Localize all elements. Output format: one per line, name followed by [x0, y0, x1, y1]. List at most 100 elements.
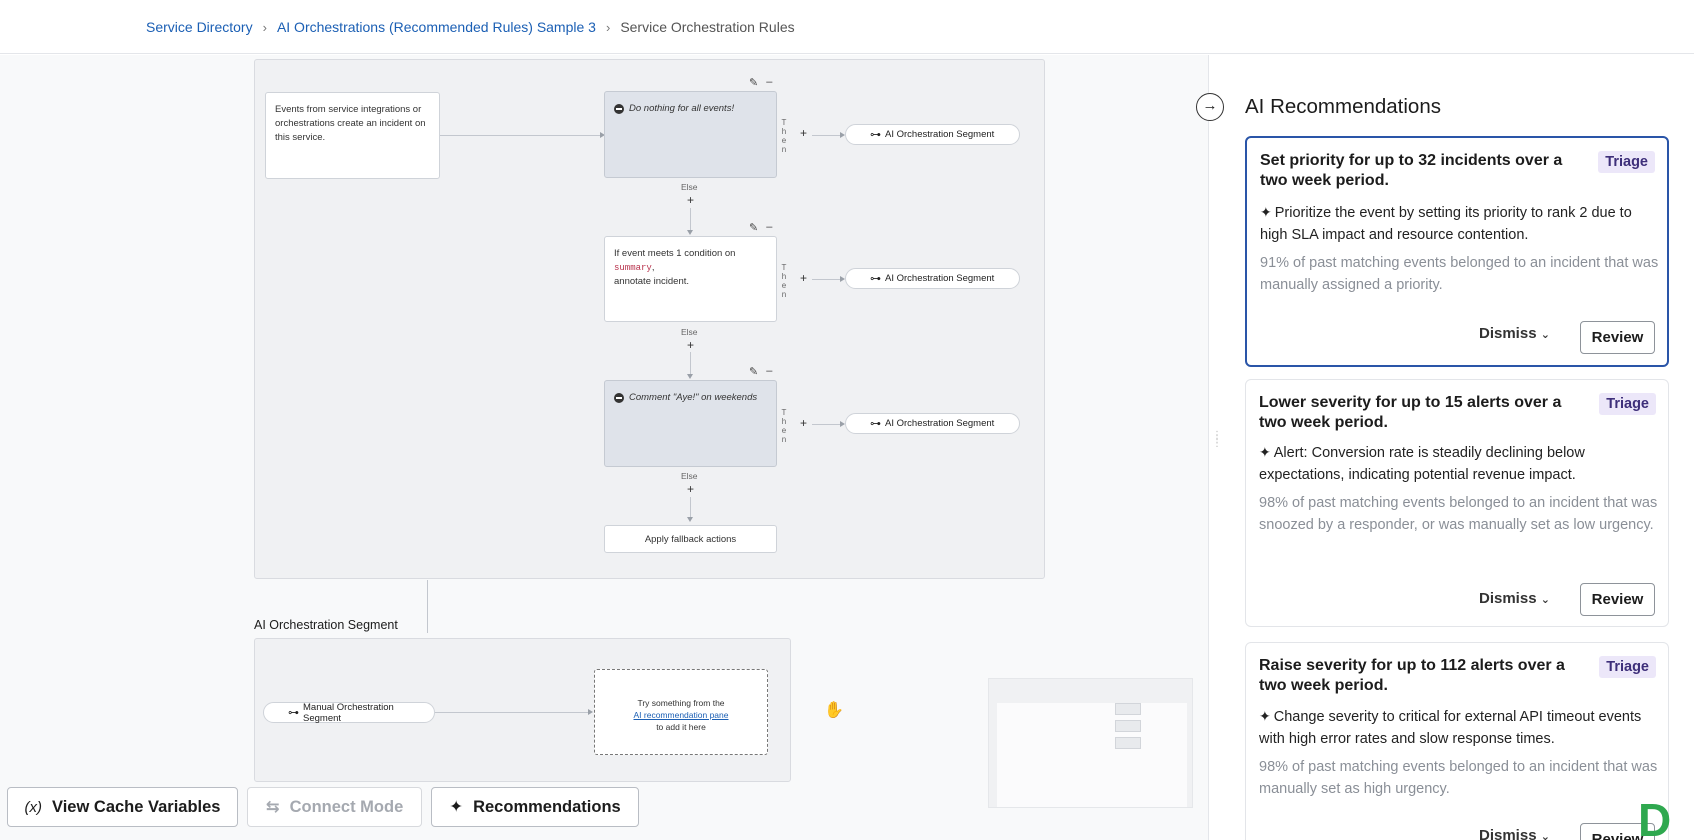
rule-1-actions: ✎ –	[749, 76, 772, 89]
connector-line	[427, 580, 428, 633]
sparkle-icon: ✦	[1259, 708, 1271, 724]
then-label: Then	[781, 263, 787, 299]
plus-icon[interactable]: +	[684, 194, 697, 207]
minus-icon[interactable]: –	[766, 221, 772, 234]
plus-icon[interactable]: +	[797, 417, 810, 430]
card-description: Prioritize the event by setting its prio…	[1260, 205, 1632, 243]
breadcrumb-separator: ›	[605, 19, 611, 35]
breadcrumb-service-directory[interactable]: Service Directory	[146, 19, 253, 35]
view-cache-variables-button[interactable]: (x) View Cache Variables	[7, 787, 238, 827]
then-label: Then	[781, 408, 787, 444]
minimap-node	[1115, 703, 1141, 715]
review-button[interactable]: Review	[1580, 321, 1655, 354]
fallback-node[interactable]: Apply fallback actions	[604, 525, 777, 553]
recommendations-label: Recommendations	[473, 797, 621, 816]
minimap-node	[1115, 720, 1141, 732]
dismiss-dropdown[interactable]: Dismiss ⌄	[1479, 827, 1550, 840]
card-description: Alert: Conversion rate is steadily decli…	[1259, 445, 1585, 483]
else-label: Else	[681, 327, 698, 337]
manual-segment-pill[interactable]: ⊶ Manual Orchestration Segment	[263, 701, 435, 724]
segment-pill[interactable]: ⊶ AI Orchestration Segment	[845, 124, 1020, 145]
card-title: Raise severity for up to 112 alerts over…	[1259, 657, 1565, 694]
minimap[interactable]	[988, 678, 1193, 808]
pencil-icon[interactable]: ✎	[749, 76, 758, 89]
start-node[interactable]: Events from service integrations or orch…	[265, 92, 440, 179]
breadcrumb-separator: ›	[262, 19, 267, 35]
connector-line	[690, 208, 691, 232]
recommendation-card[interactable]: Raise severity for up to 112 alerts over…	[1245, 642, 1669, 840]
connector-line	[812, 424, 842, 425]
dismiss-dropdown[interactable]: Dismiss ⌄	[1479, 325, 1550, 342]
brand-logo: D	[1638, 794, 1672, 840]
plus-icon[interactable]: +	[684, 339, 697, 352]
breadcrumb: Service Directory › AI Orchestrations (R…	[146, 19, 795, 35]
manual-segment-label: Manual Orchestration Segment	[303, 701, 394, 724]
minus-icon[interactable]: –	[766, 365, 772, 378]
pencil-icon[interactable]: ✎	[749, 365, 758, 378]
breadcrumb-service[interactable]: AI Orchestrations (Recommended Rules) Sa…	[277, 19, 596, 35]
review-button[interactable]: Review	[1580, 583, 1655, 616]
connector-line	[690, 497, 691, 519]
fallback-label: Apply fallback actions	[644, 534, 737, 545]
dismiss-label: Dismiss	[1479, 590, 1537, 607]
card-stat: 98% of past matching events belonged to …	[1259, 495, 1658, 533]
recommendation-card[interactable]: Lower severity for up to 15 alerts over …	[1245, 379, 1669, 627]
rule-2-line2: annotate incident.	[614, 276, 690, 287]
segment-icon: ⊶	[870, 273, 881, 285]
chevron-down-icon: ⌄	[1540, 329, 1550, 341]
triage-badge: Triage	[1599, 656, 1656, 678]
rule-3-node[interactable]: Comment "Aye!" on weekends	[604, 380, 777, 467]
breadcrumb-current: Service Orchestration Rules	[620, 19, 795, 35]
rule-1-node[interactable]: Do nothing for all events!	[604, 91, 777, 178]
chevron-down-icon: ⌄	[1540, 831, 1550, 840]
rule-2-node[interactable]: If event meets 1 condition on summary, a…	[604, 236, 777, 322]
chevron-down-icon: ⌄	[1540, 594, 1550, 606]
arrow-right-icon[interactable]: →	[1196, 93, 1224, 121]
rule-2-code: summary	[614, 263, 652, 273]
segment-pill-label: AI Orchestration Segment	[885, 273, 995, 284]
plus-icon[interactable]: +	[797, 272, 810, 285]
rule-2-code-suffix: ,	[651, 262, 655, 273]
drop-zone[interactable]: Try something from the AI recommendation…	[594, 669, 768, 755]
plus-icon[interactable]: +	[684, 483, 697, 496]
connect-mode-button[interactable]: ⇆ Connect Mode	[247, 787, 422, 827]
rule-1-title: Do nothing for all events!	[629, 103, 735, 114]
rule-3-title: Comment "Aye!" on weekends	[629, 392, 758, 403]
view-cache-variables-label: View Cache Variables	[52, 797, 221, 816]
plus-icon[interactable]: +	[797, 127, 810, 140]
disabled-icon	[614, 393, 624, 403]
connector-line	[440, 135, 601, 136]
segment-pill-label: AI Orchestration Segment	[885, 418, 995, 429]
minimap-node	[1115, 737, 1141, 749]
rule-2-line1: If event meets 1 condition on	[614, 248, 736, 259]
triage-badge: Triage	[1599, 393, 1656, 415]
card-description: Change severity to critical for external…	[1259, 709, 1642, 747]
connect-mode-label: Connect Mode	[289, 797, 404, 816]
pencil-icon[interactable]: ✎	[749, 221, 758, 234]
segment-pill[interactable]: ⊶ AI Orchestration Segment	[845, 413, 1020, 434]
connector-line	[812, 279, 842, 280]
dismiss-label: Dismiss	[1479, 827, 1537, 840]
segment-section-title: AI Orchestration Segment	[254, 618, 398, 632]
sparkle-icon: ✦	[1259, 444, 1271, 460]
connector-arrow	[687, 517, 693, 522]
segment-pill[interactable]: ⊶ AI Orchestration Segment	[845, 268, 1020, 289]
segment-icon: ⊶	[870, 418, 881, 430]
sparkle-icon: ✦	[449, 798, 464, 816]
connector-arrow	[588, 709, 593, 715]
sparkle-icon: ✦	[1260, 204, 1272, 220]
recommendation-card[interactable]: Set priority for up to 32 incidents over…	[1245, 136, 1669, 367]
connect-icon: ⇆	[265, 798, 280, 816]
dismiss-dropdown[interactable]: Dismiss ⌄	[1479, 590, 1550, 607]
connector-line	[690, 352, 691, 376]
connector-line	[812, 135, 842, 136]
panel-title: AI Recommendations	[1245, 95, 1441, 118]
rule-2-actions: ✎ –	[749, 221, 772, 234]
recommendation-pane-link[interactable]: AI recommendation pane	[634, 710, 729, 720]
recommendations-button[interactable]: ✦ Recommendations	[431, 787, 639, 827]
minus-icon[interactable]: –	[766, 76, 772, 89]
disabled-icon	[614, 104, 624, 114]
drop-zone-line2: to add it here	[656, 722, 706, 732]
hand-cursor-icon: ✋	[824, 702, 844, 719]
resize-handle[interactable]: ⋮ ⋮ ⋮	[1212, 431, 1222, 449]
